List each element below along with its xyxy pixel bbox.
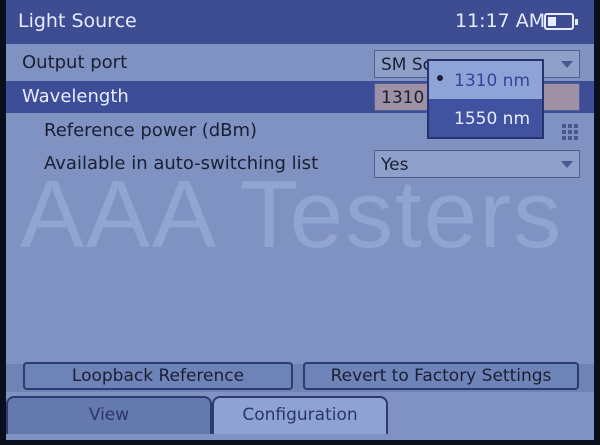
loopback-reference-button[interactable]: Loopback Reference: [23, 362, 293, 390]
revert-factory-settings-button[interactable]: Revert to Factory Settings: [303, 362, 579, 390]
tab-bar: View Configuration: [6, 392, 594, 440]
auto-switching-row[interactable]: Available in auto-switching list Yes: [6, 148, 594, 180]
wavelength-value: 1310: [381, 88, 425, 108]
wavelength-option-1550[interactable]: 1550 nm: [429, 99, 542, 137]
title-bar: Light Source 11:17 AM: [6, 0, 594, 44]
option-label: 1310 nm: [454, 71, 531, 91]
output-port-value: SM Sc: [381, 55, 432, 75]
app-title: Light Source: [18, 10, 137, 32]
device-screen: Light Source 11:17 AM Output port SM Sc …: [6, 0, 594, 440]
chevron-down-icon[interactable]: [561, 161, 573, 168]
wavelength-label: Wavelength: [22, 86, 129, 107]
tab-configuration[interactable]: Configuration: [212, 396, 388, 434]
option-label: 1550 nm: [454, 109, 531, 129]
selected-bullet-icon: [437, 75, 443, 81]
auto-switching-value: Yes: [381, 155, 409, 175]
wavelength-option-1310[interactable]: 1310 nm: [429, 61, 542, 99]
wavelength-dropdown: 1310 nm 1550 nm: [427, 59, 544, 139]
reference-power-label: Reference power (dBm): [44, 120, 258, 141]
clock: 11:17 AM: [455, 10, 546, 32]
auto-switching-label: Available in auto-switching list: [44, 153, 319, 174]
settings-panel: Output port SM Sc Wavelength 1310 Refere…: [6, 44, 594, 364]
output-port-label: Output port: [22, 52, 128, 73]
battery-icon: [544, 13, 578, 30]
tab-view[interactable]: View: [6, 396, 212, 434]
auto-switching-select[interactable]: Yes: [374, 150, 580, 178]
chevron-down-icon[interactable]: [561, 61, 573, 68]
keypad-icon[interactable]: [562, 124, 578, 140]
